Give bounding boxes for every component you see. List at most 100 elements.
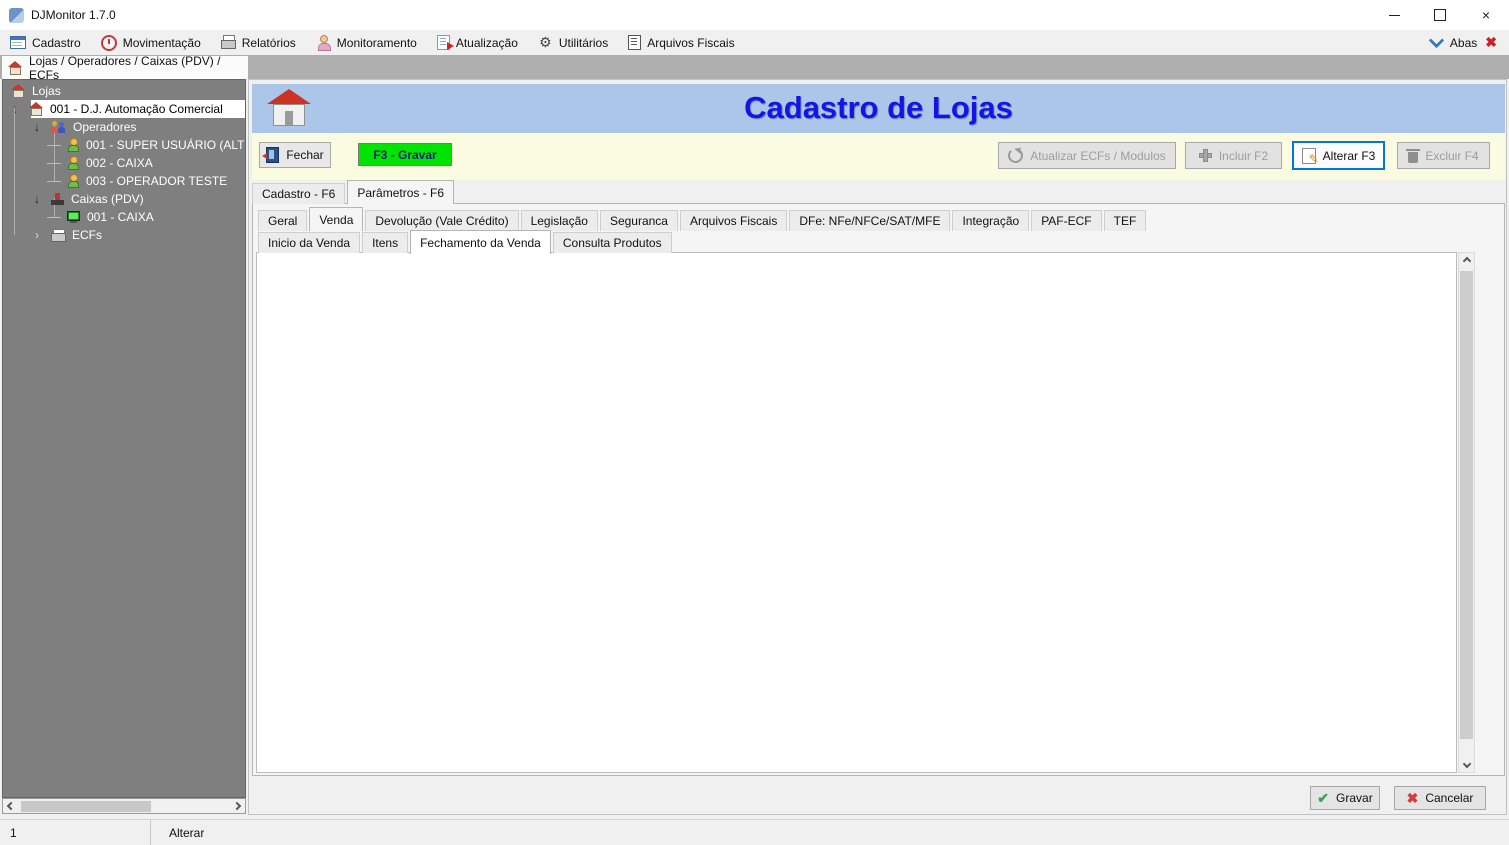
menu-label: Movimentação <box>122 35 201 50</box>
tab-itens[interactable]: Itens <box>362 232 409 253</box>
tree-item-label: 003 - OPERADOR TESTE <box>86 174 228 188</box>
ecf-printer-icon <box>51 228 66 242</box>
menu-arquivos-fiscais[interactable]: Arquivos Fiscais <box>618 30 744 55</box>
tree-item-operador-003[interactable]: 003 - OPERADOR TESTE <box>3 172 245 190</box>
operator-icon <box>67 174 80 188</box>
exit-door-icon <box>262 147 280 163</box>
tree-item-operador-001[interactable]: 001 - SUPER USUÁRIO (ALTERE <box>3 136 245 154</box>
close-button[interactable]: × <box>1463 0 1509 30</box>
tree-item-label: Caixas (PDV) <box>71 192 144 206</box>
venda-tab-strip: Inicio da Venda Itens Fechamento da Vend… <box>258 230 674 254</box>
tree-item-label: ECFs <box>72 228 102 242</box>
tab-geral[interactable]: Geral <box>258 210 308 231</box>
expand-arrow-icon[interactable]: ↓ <box>29 192 45 206</box>
tab-paf-ecf[interactable]: PAF-ECF <box>1031 210 1102 231</box>
fechar-label: Fechar <box>286 148 324 162</box>
tab-seguranca[interactable]: Seguranca <box>599 210 678 231</box>
maximize-button[interactable] <box>1417 0 1463 30</box>
tree-item-lojas[interactable]: Lojas <box>3 82 245 100</box>
status-bar: 1 Alterar <box>0 819 1509 845</box>
tab-dfe[interactable]: DFe: NFe/NFCe/SAT/MFE <box>789 210 951 231</box>
abas-label: Abas <box>1449 35 1478 50</box>
person-icon <box>316 35 331 51</box>
house-icon <box>11 84 26 98</box>
tree-item-label: 001 - SUPER USUÁRIO (ALTERE <box>86 138 245 152</box>
expand-arrow-icon[interactable]: ↓ <box>29 120 45 134</box>
status-count: 1 <box>0 820 151 845</box>
clock-icon <box>100 34 117 51</box>
pdv-icon <box>51 192 65 206</box>
tree-item-caixa-001[interactable]: 001 - CAIXA <box>3 208 245 226</box>
tab-devolucao[interactable]: Devolução (Vale Crédito) <box>365 210 519 231</box>
form-banner: Cadastro de Lojas <box>252 84 1505 133</box>
table-icon <box>10 36 26 49</box>
tree-item-caixas-pdv[interactable]: ↓ Caixas (PDV) <box>3 190 245 208</box>
gravar-button[interactable]: ✔ Gravar <box>1310 786 1380 810</box>
menu-atualizacao[interactable]: Atualização <box>427 30 528 55</box>
tab-consulta-produtos[interactable]: Consulta Produtos <box>552 232 672 253</box>
tab-integracao[interactable]: Integração <box>952 210 1030 231</box>
operators-icon <box>51 120 67 134</box>
menu-relatorios[interactable]: Relatórios <box>211 30 306 55</box>
store-tree-panel: Lojas ↓ 001 - D.J. Automação Comercial ↓… <box>2 79 246 798</box>
scroll-up-icon[interactable] <box>1459 253 1474 269</box>
tree-guide-line <box>14 108 15 235</box>
incluir-button[interactable]: Incluir F2 <box>1185 142 1282 169</box>
menu-movimentacao[interactable]: Movimentação <box>91 30 211 55</box>
scrollbar-thumb[interactable] <box>1460 271 1473 739</box>
check-icon: ✔ <box>1317 789 1330 806</box>
workspace-tab-label: Lojas / Operadores / Caixas (PDV) / ECFs <box>29 53 221 82</box>
close-icon: × <box>1481 7 1491 23</box>
tree-guide-line <box>54 126 55 181</box>
fechar-button[interactable]: Fechar <box>259 142 331 168</box>
excluir-label: Excluir F4 <box>1425 148 1479 163</box>
collapse-arrow-icon[interactable]: › <box>29 228 45 242</box>
menu-label: Utilitários <box>558 35 609 50</box>
main-tab-strip: Cadastro - F6 Parâmetros - F6 <box>252 180 456 204</box>
tree-item-label: Lojas <box>32 84 61 98</box>
workspace-tab[interactable]: Lojas / Operadores / Caixas (PDV) / ECFs <box>2 53 248 82</box>
scrollbar-thumb[interactable] <box>21 801 151 812</box>
window-title: DJMonitor 1.7.0 <box>31 8 116 22</box>
tree-item-loja-001[interactable]: ↓ 001 - D.J. Automação Comercial <box>3 100 245 118</box>
content-vertical-scrollbar[interactable] <box>1458 252 1475 773</box>
close-tab-icon[interactable]: ✖ <box>1485 34 1497 51</box>
monitor-icon <box>67 210 81 224</box>
menu-cadastro[interactable]: Cadastro <box>0 30 91 55</box>
tab-cadastro-f6[interactable]: Cadastro - F6 <box>252 183 346 204</box>
menu-bar: Cadastro Movimentação Relatórios Monitor… <box>0 30 1509 55</box>
excluir-button[interactable]: Excluir F4 <box>1397 142 1490 169</box>
tab-arquivos-fiscais[interactable]: Arquivos Fiscais <box>679 210 788 231</box>
tree-item-ecfs[interactable]: › ECFs <box>3 226 245 244</box>
tab-fechamento-da-venda[interactable]: Fechamento da Venda <box>410 230 551 254</box>
menu-label: Relatórios <box>241 35 296 50</box>
expand-arrow-icon[interactable]: ↓ <box>7 102 23 116</box>
minimize-button[interactable] <box>1371 0 1417 30</box>
tree-horizontal-scrollbar[interactable] <box>2 798 246 814</box>
scroll-down-icon[interactable] <box>1459 756 1474 772</box>
document-icon <box>628 35 642 50</box>
scroll-left-icon[interactable] <box>3 801 19 811</box>
abas-controls: Abas ✖ <box>1428 32 1509 51</box>
djmonitor-window: DJMonitor 1.7.0 × Cadastro Movimentação … <box>0 0 1509 845</box>
trash-icon <box>1406 148 1421 163</box>
menu-monitoramento[interactable]: Monitoramento <box>306 30 427 55</box>
atualizar-ecfs-button[interactable]: Atualizar ECFs / Modulos <box>998 142 1176 169</box>
chevron-down-icon[interactable] <box>1428 32 1445 48</box>
fechamento-venda-page <box>256 252 1457 773</box>
tab-inicio-da-venda[interactable]: Inicio da Venda <box>258 232 361 253</box>
tab-parametros-f6[interactable]: Parâmetros - F6 <box>347 180 455 204</box>
tree-item-operadores[interactable]: ↓ Operadores <box>3 118 245 136</box>
tree-item-operador-002[interactable]: 002 - CAIXA <box>3 154 245 172</box>
menu-utilitarios[interactable]: ⚙ Utilitários <box>528 30 618 55</box>
tab-tef[interactable]: TEF <box>1103 210 1147 231</box>
x-icon: ✖ <box>1406 789 1419 806</box>
tab-legislacao[interactable]: Legislação <box>520 210 598 231</box>
cancelar-button[interactable]: ✖ Cancelar <box>1394 786 1486 810</box>
gear-icon: ⚙ <box>539 34 552 50</box>
tab-venda[interactable]: Venda <box>309 207 364 231</box>
scroll-right-icon[interactable] <box>229 801 245 811</box>
alterar-button[interactable]: Alterar F3 <box>1292 141 1385 170</box>
title-bar: DJMonitor 1.7.0 × <box>0 0 1509 31</box>
incluir-label: Incluir F2 <box>1218 148 1269 163</box>
